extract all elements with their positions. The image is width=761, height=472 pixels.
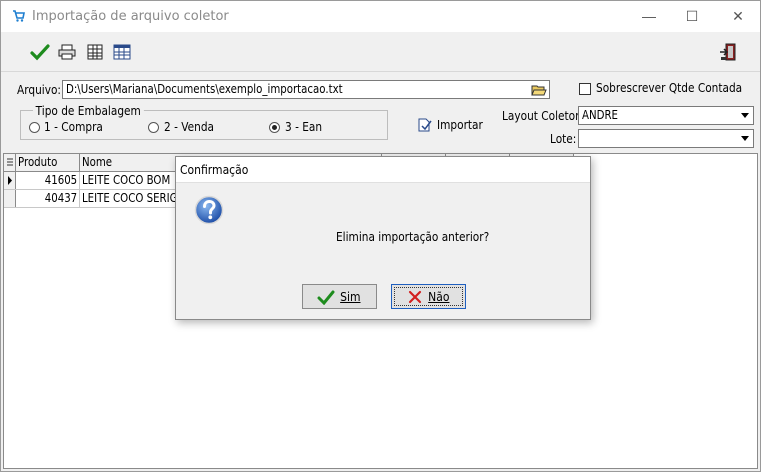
radio-compra-label: 1 - Compra <box>44 120 103 134</box>
title-bar: Importação de arquivo coletor — ☐ ✕ <box>1 1 760 32</box>
radio-venda[interactable] <box>148 122 159 133</box>
table-button[interactable] <box>111 41 133 63</box>
arquivo-value: D:\Users\Mariana\Documents\exemplo_impor… <box>66 82 343 96</box>
no-button[interactable]: Não <box>391 284 466 309</box>
layout-coletor-label: Layout Coletor: <box>502 109 583 123</box>
arquivo-label: Arquivo: <box>17 83 61 97</box>
grid-button[interactable] <box>84 41 106 63</box>
radio-venda-label: 2 - Venda <box>164 120 215 134</box>
cart-icon <box>13 10 25 22</box>
cell-produto[interactable]: 40437 <box>16 190 80 207</box>
import-window: Importação de arquivo coletor — ☐ ✕ Arqu… <box>0 0 761 472</box>
yes-button[interactable]: Sim <box>302 284 377 309</box>
lote-label: Lote: <box>550 132 577 146</box>
row-indicator <box>4 190 16 207</box>
confirmation-dialog: Confirmação Elimina importação anterior?… <box>175 156 591 320</box>
arquivo-field[interactable]: D:\Users\Mariana\Documents\exemplo_impor… <box>62 80 550 99</box>
importar-button[interactable]: Importar <box>417 117 489 133</box>
dialog-title: Confirmação <box>180 163 249 177</box>
toolbar <box>1 32 760 72</box>
dialog-title-bar: Confirmação <box>176 157 590 183</box>
check-icon <box>30 44 50 61</box>
radio-compra[interactable] <box>29 122 40 133</box>
close-icon: ✕ <box>732 7 744 24</box>
radio-ean-label: 3 - Ean <box>285 120 323 134</box>
import-document-icon <box>418 118 432 132</box>
grid-icon <box>87 44 103 60</box>
check-icon <box>317 290 335 305</box>
sobrescrever-checkbox[interactable] <box>579 83 591 95</box>
minimize-button[interactable]: — <box>626 1 672 31</box>
importar-label: Importar <box>437 118 483 132</box>
grid-menu-icon[interactable] <box>4 154 16 171</box>
yes-label: Sim <box>340 289 361 304</box>
question-icon <box>194 195 224 225</box>
window-title: Importação de arquivo coletor <box>32 9 229 24</box>
exit-door-icon <box>720 43 736 61</box>
layout-coletor-select[interactable]: ANDRE <box>578 106 754 125</box>
radio-ean[interactable] <box>269 122 280 133</box>
no-label: Não <box>427 289 450 304</box>
minimize-icon: — <box>642 8 656 24</box>
current-row-indicator-icon <box>4 172 16 189</box>
exit-button[interactable] <box>717 41 739 63</box>
maximize-icon: ☐ <box>685 7 699 24</box>
folder-open-icon <box>530 85 547 95</box>
dialog-message: Elimina importação anterior? <box>336 230 490 244</box>
close-button[interactable]: ✕ <box>715 1 761 31</box>
lote-select[interactable] <box>578 129 754 148</box>
cell-produto[interactable]: 41605 <box>16 172 80 189</box>
table-icon <box>113 44 131 60</box>
close-icon <box>408 290 421 303</box>
chevron-down-icon[interactable] <box>737 130 753 147</box>
maximize-button[interactable]: ☐ <box>669 1 715 31</box>
column-header-produto[interactable]: Produto <box>16 154 80 171</box>
tipo-embalagem-label: Tipo de Embalagem <box>33 104 144 118</box>
browse-button[interactable] <box>529 81 548 98</box>
confirm-button[interactable] <box>29 41 51 63</box>
layout-coletor-value: ANDRE <box>582 108 619 122</box>
print-button[interactable] <box>56 41 78 63</box>
sobrescrever-label: Sobrescrever Qtde Contada <box>596 81 743 95</box>
chevron-down-icon[interactable] <box>737 107 753 124</box>
printer-icon <box>58 44 76 60</box>
